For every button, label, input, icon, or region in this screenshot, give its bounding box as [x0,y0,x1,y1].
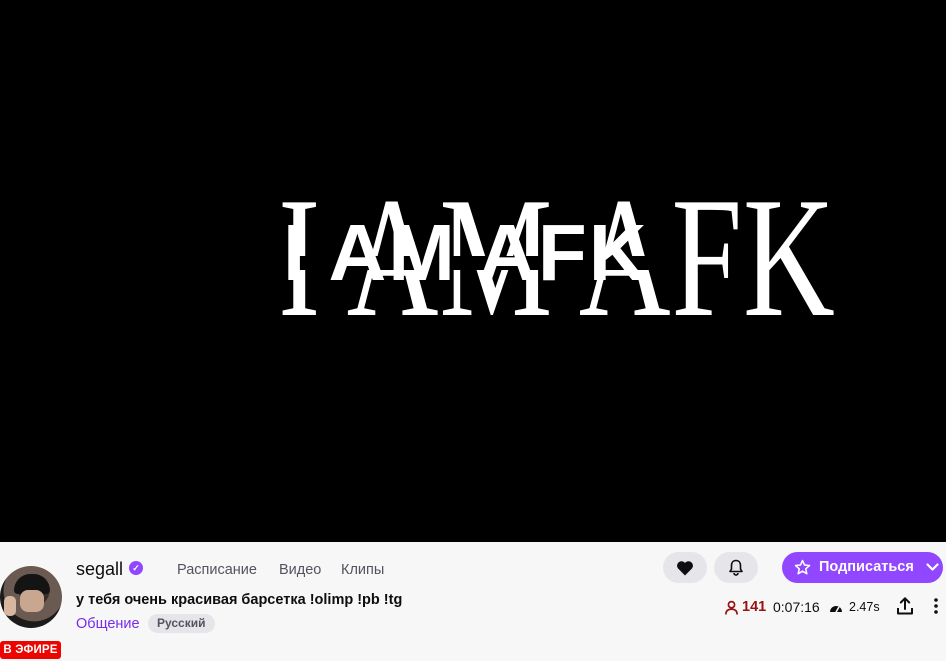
tab-clips[interactable]: Клипы [341,560,384,580]
notifications-button[interactable] [714,552,758,583]
live-badge: В ЭФИРЕ [0,641,61,659]
avatar[interactable] [0,566,62,628]
more-icon[interactable] [930,596,942,616]
channel-avatar-container[interactable]: В ЭФИРЕ [0,566,62,659]
latency-icon [830,605,842,612]
channel-name[interactable]: segall [76,558,123,580]
viewer-count-value: 141 [742,599,767,615]
afk-text-bold: I AM AFK [283,208,649,297]
share-icon[interactable] [895,596,915,616]
bell-icon [729,559,743,576]
channel-info-bar: В ЭФИРЕ segall ✓ Расписание Видео Клипы … [0,542,946,661]
stream-title: у тебя очень красивая барсетка !olimp !p… [76,592,403,608]
subscribe-label: Подписаться [819,559,914,575]
avatar-hand [4,596,16,616]
latency-value: 2.47s [849,600,880,614]
heart-icon [677,560,693,576]
video-player[interactable]: I AM AFK I AM AFK [0,0,946,542]
afk-overlay: I AM AFK I AM AFK [0,0,946,542]
star-icon [794,559,811,575]
viewer-count: 141 [724,597,766,617]
tab-schedule[interactable]: Расписание [177,560,257,580]
chevron-down-icon [926,563,939,571]
follow-button[interactable] [663,552,707,583]
tab-videos[interactable]: Видео [279,560,321,580]
language-tag[interactable]: Русский [148,614,215,633]
viewers-icon [725,600,738,615]
stream-uptime: 0:07:16 [773,599,820,615]
subscribe-button[interactable]: Подписаться [782,552,943,583]
latency-indicator: 2.47s [829,597,880,617]
avatar-face [20,590,44,612]
category-link[interactable]: Общение [76,614,140,634]
verified-icon: ✓ [129,561,143,575]
